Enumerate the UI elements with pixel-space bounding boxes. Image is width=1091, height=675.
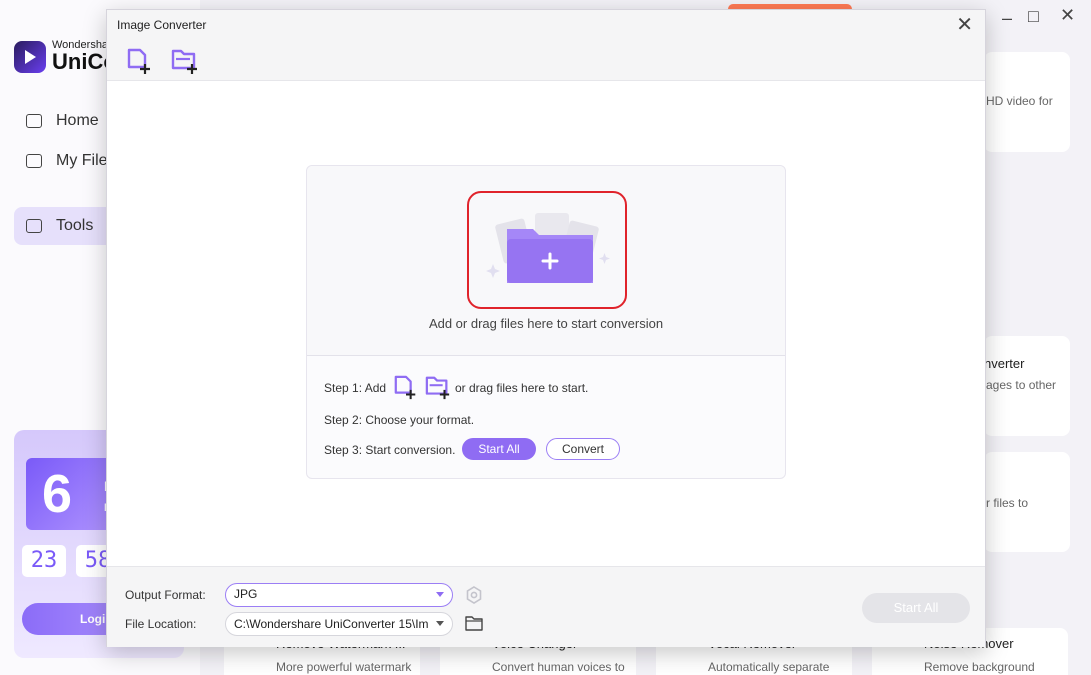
format-settings-button[interactable] [464,585,484,605]
output-format-label: Output Format: [125,588,206,602]
logo-icon [14,40,46,73]
tool-card-files[interactable]: r files to [984,452,1070,552]
step-3-text: Step 3: Start conversion. [324,443,456,457]
step-2-text: Step 2: Choose your format. [324,413,475,427]
output-format-select[interactable]: JPG [225,583,453,607]
maximize-icon[interactable]: □ [1028,6,1039,27]
dialog-header: Image Converter ✕ [107,10,985,81]
convert-button[interactable]: Convert [546,438,620,460]
home-icon [26,114,42,128]
minimize-icon[interactable]: – [1002,8,1012,29]
tool-card-text: Remove background [924,660,1035,674]
step-add-file-button[interactable] [392,375,420,401]
add-file-button[interactable] [125,48,155,76]
sidebar-item-label: Home [56,112,99,129]
start-all-button[interactable]: Start All [462,438,536,460]
add-folder-icon [425,376,450,400]
add-file-icon [394,375,416,400]
file-location-value: C:\Wondershare UniConverter 15\Im [234,617,429,631]
app-logo: Wondersha UniCo [14,40,117,73]
tool-card-text: More powerful watermark [276,660,412,674]
add-file-icon [127,48,150,74]
dialog-footer: Output Format: JPG File Location: C:\Won… [107,566,985,647]
step-1-suffix: or drag files here to start. [455,381,589,395]
tool-card-hd[interactable]: HD video for [984,52,1070,152]
sidebar-item-label: Tools [56,217,94,234]
chevron-down-icon [436,621,444,626]
folder-icon [26,154,42,168]
open-folder-button[interactable] [464,614,484,632]
close-icon[interactable]: ✕ [956,15,973,35]
file-location-label: File Location: [125,617,197,631]
add-folder-icon [171,49,197,74]
tool-card-image-converter[interactable]: nverter ages to other [984,336,1070,436]
gear-icon [466,586,482,604]
toolbox-icon [26,219,42,233]
output-format-value: JPG [234,587,258,601]
tool-card-text: r files to [986,496,1029,510]
add-folder-button[interactable] [170,48,200,76]
drop-zone[interactable]: Add or drag files here to start conversi… [306,165,786,479]
step-1-text: Step 1: Add [324,381,387,395]
sidebar-item-label: My File [56,152,108,169]
highlight-box [467,191,627,309]
footer-start-all-button[interactable]: Start All [862,593,970,623]
drop-zone-text: Add or drag files here to start conversi… [428,316,664,331]
tool-card-text: ages to other [986,378,1057,392]
tool-card-text: HD video for [986,94,1053,108]
drop-area[interactable]: Add or drag files here to start conversi… [307,166,785,356]
file-location-select[interactable]: C:\Wondershare UniConverter 15\Im [225,612,453,636]
chevron-down-icon [436,592,444,597]
window-close-icon[interactable]: ✕ [1060,5,1075,26]
promo-hours: 23 [22,545,66,577]
tool-card-text: Automatically separate [708,660,830,674]
step-add-folder-button[interactable] [424,375,452,401]
tool-card-text: Convert human voices to [492,660,625,674]
open-folder-icon [465,616,483,631]
dialog-title: Image Converter [117,18,207,32]
tool-card-title: nverter [984,356,1025,371]
image-converter-dialog: Image Converter ✕ Add or drag files here… [106,9,986,647]
